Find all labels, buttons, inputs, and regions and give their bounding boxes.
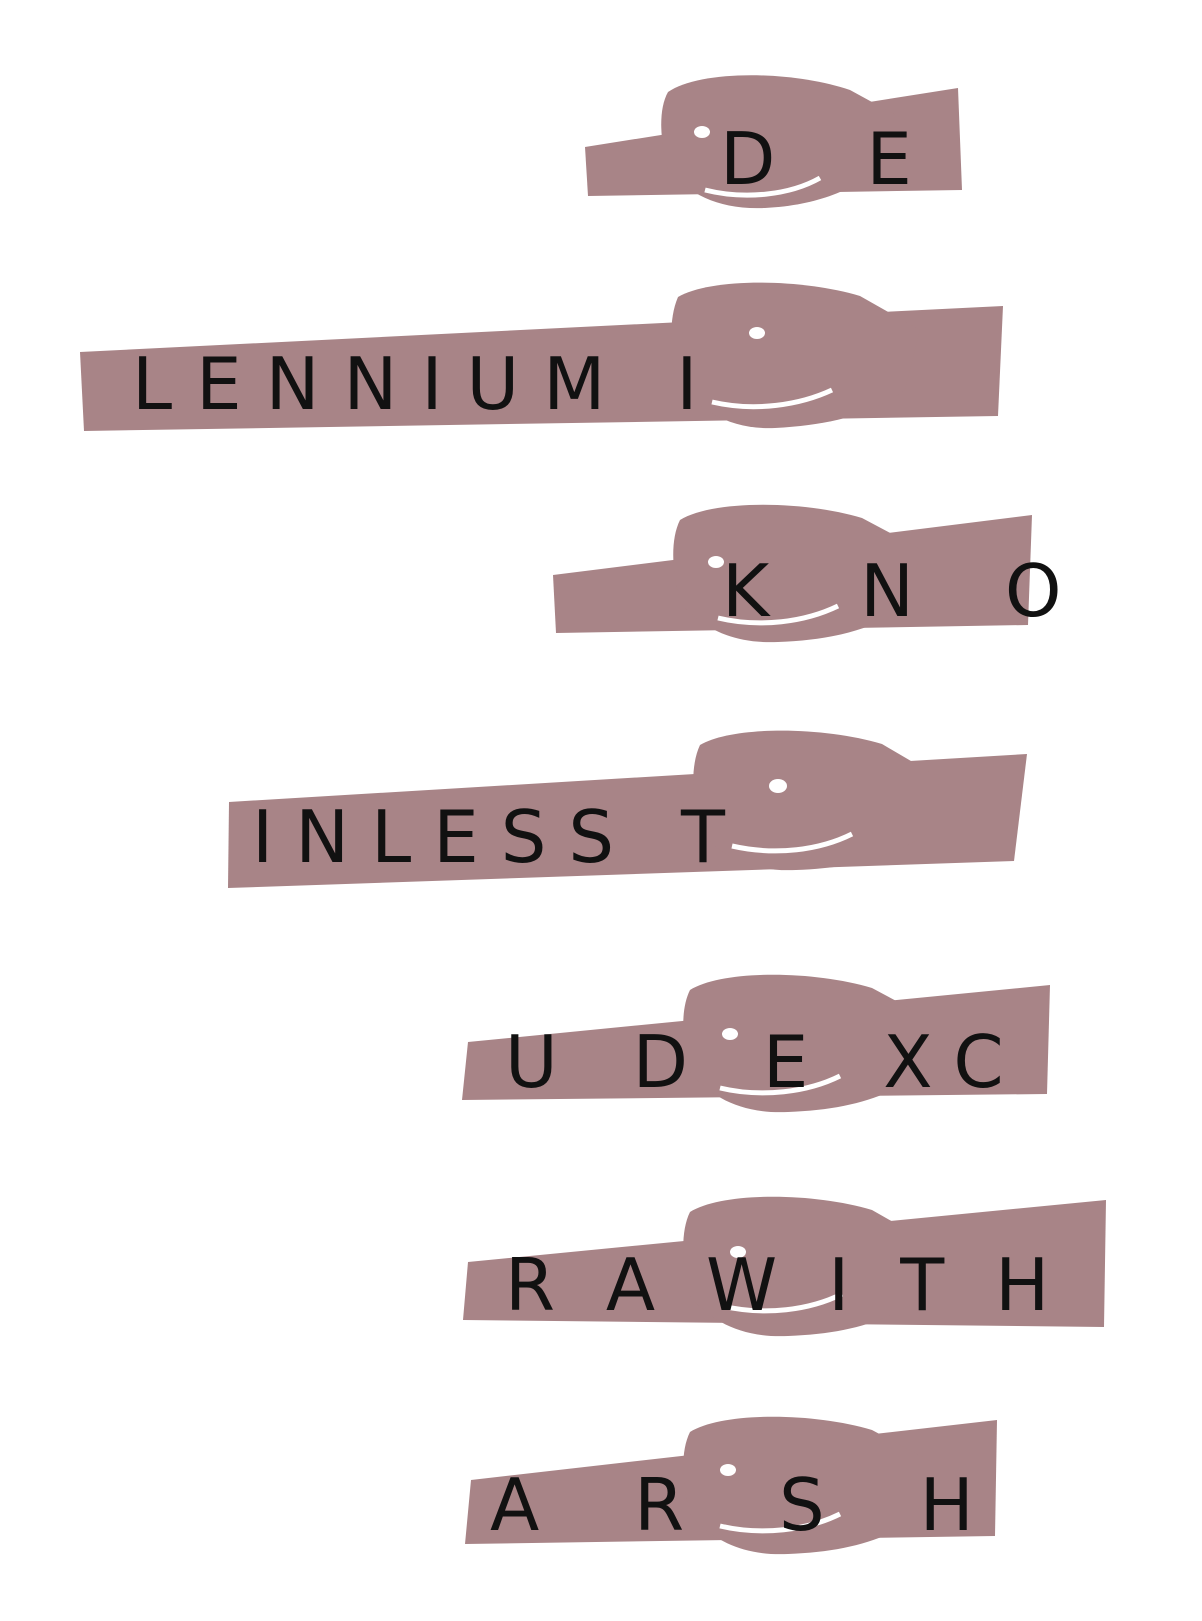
row-text-6: R A W I T H	[505, 1243, 1063, 1327]
stripe-row-3: K N O	[553, 504, 1096, 643]
row-text-5: U D E XC	[505, 1020, 1030, 1104]
row-text-4: INLESS T	[252, 795, 747, 879]
row-text-2: LENNIUM I	[132, 342, 722, 426]
row-text-7: A R S H	[490, 1463, 1010, 1547]
stripe-canvas: D E LENNIUM I K N O INLESS T U D E XC R …	[80, 75, 1106, 1555]
stripe-row-7: A R S H	[465, 1416, 1010, 1555]
row-text-3: K N O	[722, 549, 1096, 633]
stripe-row-5: U D E XC	[462, 974, 1050, 1113]
blob-eye-1	[694, 126, 710, 138]
blob-eye-2	[749, 327, 765, 339]
stripe-row-2: LENNIUM I	[80, 282, 1003, 431]
stripe-row-4: INLESS T	[228, 730, 1027, 888]
stripe-row-6: R A W I T H	[463, 1196, 1106, 1337]
blob-eye-4	[769, 779, 787, 793]
row-text-1: D E	[720, 117, 946, 201]
stripe-row-1: D E	[585, 75, 962, 209]
